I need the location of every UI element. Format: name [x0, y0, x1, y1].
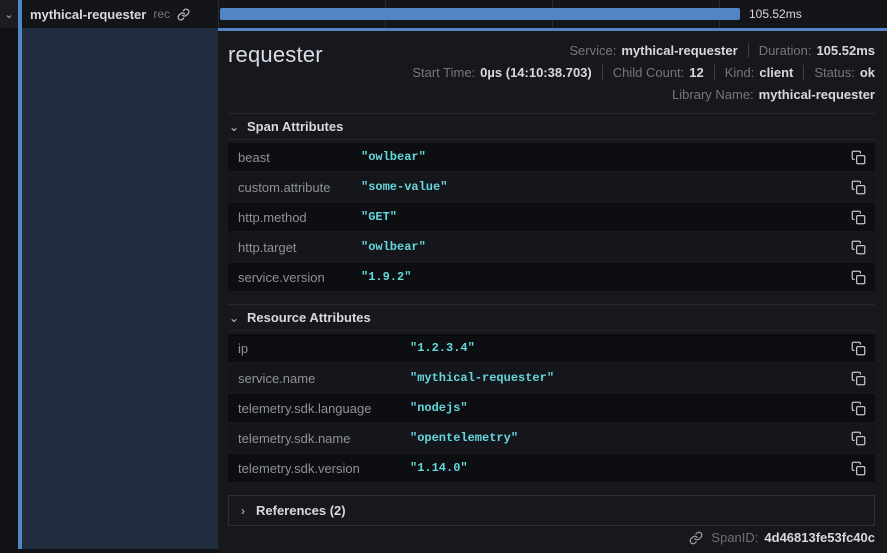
span-row-service-label: mythical-requester: [30, 7, 146, 22]
references-header[interactable]: › References (2): [228, 495, 875, 526]
meta-duration: Duration: 105.52ms: [748, 43, 875, 58]
copy-icon[interactable]: [851, 461, 866, 476]
span-detail-panel: requester Service: mythical-requester Du…: [218, 28, 887, 553]
resource-attributes-header[interactable]: ⌄ Resource Attributes: [228, 304, 875, 331]
span-id-footer: SpanID: 4d46813fe53fc40c: [228, 526, 875, 549]
chevron-right-icon: ›: [237, 504, 247, 518]
attribute-row: service.version "1.9.2": [228, 263, 875, 291]
link-icon[interactable]: [689, 531, 703, 545]
chevron-down-icon: ⌄: [228, 120, 238, 134]
span-id-label: SpanID:: [711, 530, 758, 545]
meta-row-3: Library Name: mythical-requester: [672, 87, 875, 102]
span-duration-label: 105.52ms: [749, 0, 802, 28]
section-title: Resource Attributes: [247, 310, 371, 325]
attribute-row: ip "1.2.3.4": [228, 334, 875, 362]
chevron-down-icon: ⌄: [4, 8, 13, 21]
selected-span-accent: [18, 0, 22, 549]
copy-icon[interactable]: [851, 431, 866, 446]
resource-attributes-table: ip "1.2.3.4" service.name "mythical-requ…: [228, 334, 875, 482]
meta-row-1: Service: mythical-requester Duration: 10…: [569, 43, 875, 58]
attribute-row: http.target "owlbear": [228, 233, 875, 261]
section-title: Span Attributes: [247, 119, 343, 134]
copy-icon[interactable]: [851, 150, 866, 165]
attribute-row: telemetry.sdk.language "nodejs": [228, 394, 875, 422]
meta-row-2: Start Time: 0µs (14:10:38.703) Child Cou…: [412, 65, 875, 80]
section-title: References (2): [256, 503, 346, 518]
copy-icon[interactable]: [851, 341, 866, 356]
attribute-row: telemetry.sdk.name "opentelemetry": [228, 424, 875, 452]
trace-minimap-panel[interactable]: [22, 28, 218, 549]
span-row-operation-label: rec: [153, 7, 170, 21]
attribute-row: beast "owlbear": [228, 143, 875, 171]
span-id-value: 4d46813fe53fc40c: [764, 530, 875, 545]
attribute-row: custom.attribute "some-value": [228, 173, 875, 201]
section-resource-attributes: ⌄ Resource Attributes ip "1.2.3.4" servi…: [228, 304, 875, 484]
meta-start-time: Start Time: 0µs (14:10:38.703): [412, 65, 601, 80]
copy-icon[interactable]: [851, 270, 866, 285]
span-meta: Service: mythical-requester Duration: 10…: [412, 40, 875, 102]
copy-icon[interactable]: [851, 210, 866, 225]
meta-status: Status: ok: [803, 65, 875, 80]
attribute-row: service.name "mythical-requester": [228, 364, 875, 392]
link-icon[interactable]: [177, 8, 190, 21]
meta-child-count: Child Count: 12: [602, 65, 714, 80]
timeline-tick: [218, 0, 219, 28]
chevron-down-icon: ⌄: [228, 311, 238, 325]
span-row[interactable]: ⌄ mythical-requester rec 105.52ms: [0, 0, 887, 28]
copy-icon[interactable]: [851, 371, 866, 386]
span-duration-bar[interactable]: [220, 8, 740, 20]
collapse-all-button[interactable]: ⌄: [0, 0, 18, 28]
span-attributes-header[interactable]: ⌄ Span Attributes: [228, 113, 875, 140]
attribute-row: http.method "GET": [228, 203, 875, 231]
copy-icon[interactable]: [851, 240, 866, 255]
span-title: requester: [228, 40, 323, 68]
attribute-row: telemetry.sdk.version "1.14.0": [228, 454, 875, 482]
span-row-name[interactable]: mythical-requester rec: [30, 0, 190, 28]
meta-library-name: Library Name: mythical-requester: [672, 87, 875, 102]
meta-kind: Kind: client: [714, 65, 804, 80]
copy-icon[interactable]: [851, 180, 866, 195]
span-detail-header: requester Service: mythical-requester Du…: [228, 40, 875, 102]
span-attributes-table: beast "owlbear" custom.attribute "some-v…: [228, 143, 875, 291]
section-span-attributes: ⌄ Span Attributes beast "owlbear" custom…: [228, 113, 875, 293]
copy-icon[interactable]: [851, 401, 866, 416]
span-timeline: 105.52ms: [218, 0, 887, 28]
meta-service: Service: mythical-requester: [569, 43, 747, 58]
